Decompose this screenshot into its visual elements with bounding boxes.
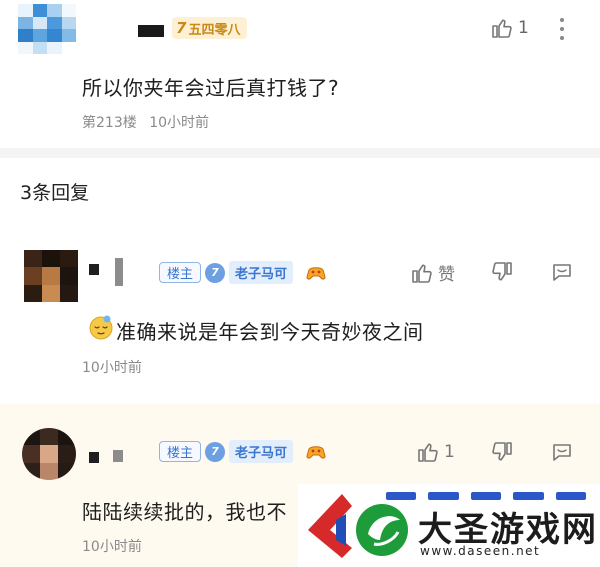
reply-avatar[interactable] [22, 428, 76, 480]
section-divider [0, 148, 600, 158]
level-number: 7 [176, 19, 187, 37]
fan-badge: 7 老子马可 [205, 261, 294, 284]
watermark-stripe [386, 492, 587, 500]
like-button[interactable]: 1 [490, 16, 529, 40]
username-redacted[interactable] [89, 264, 99, 275]
host-tag: 楼主 [159, 262, 202, 283]
reply-button[interactable] [550, 440, 574, 464]
gamepad-badge-icon [306, 267, 326, 280]
like-button[interactable]: 1 [416, 440, 455, 464]
like-count: 1 [518, 18, 529, 38]
reply-avatar[interactable] [24, 250, 78, 302]
like-count: 1 [444, 442, 455, 462]
thumb-up-icon [418, 443, 438, 462]
comment-bubble-icon [553, 444, 571, 461]
reply-button[interactable] [550, 260, 574, 284]
fan-name: 老子马可 [229, 440, 294, 463]
gamepad-badge-icon [306, 446, 326, 459]
thumb-down-icon [492, 442, 512, 461]
thumb-up-icon [412, 264, 432, 283]
level-text: 五四零八 [188, 22, 241, 38]
dislike-button[interactable] [490, 440, 514, 464]
site-logo-icon [308, 494, 408, 558]
level-badge: 7 五四零八 [172, 17, 248, 39]
thumb-down-icon [492, 262, 512, 281]
like-label: 赞 [438, 265, 455, 285]
fan-level: 7 [205, 262, 225, 283]
reply-text: 准确来说是年会到今天奇妙夜之间 [116, 320, 424, 344]
comment-text: 所以你夹年会过后真打钱了? [82, 76, 340, 100]
username-redacted[interactable] [89, 452, 99, 463]
comment-bubble-icon [553, 264, 571, 281]
reply-time: 10小时前 [82, 539, 142, 555]
more-vertical-icon[interactable] [556, 15, 568, 43]
fan-badge: 7 老子马可 [205, 440, 294, 463]
comment-time: 10小时前 [149, 115, 210, 131]
watermark-url: www.daseen.net [420, 544, 541, 558]
avatar[interactable] [18, 4, 76, 54]
host-tag: 楼主 [159, 441, 202, 462]
reply-text: 陆陆续续批的，我也不 [82, 500, 287, 524]
replies-count: 3条回复 [20, 182, 90, 204]
username-redacted[interactable] [138, 25, 164, 37]
fan-level: 7 [205, 441, 225, 462]
sleepy-emoji-icon [89, 315, 113, 340]
fan-name: 老子马可 [229, 261, 294, 284]
thumb-up-icon [492, 19, 512, 38]
dislike-button[interactable] [490, 260, 514, 284]
reply-time: 10小时前 [82, 360, 142, 376]
like-button[interactable]: 赞 [410, 260, 455, 285]
comment-meta: 第213楼 10小时前 [82, 112, 209, 132]
username-redacted-part [113, 450, 123, 462]
floor-number: 第213楼 [82, 115, 137, 131]
username-redacted-part [115, 258, 123, 286]
